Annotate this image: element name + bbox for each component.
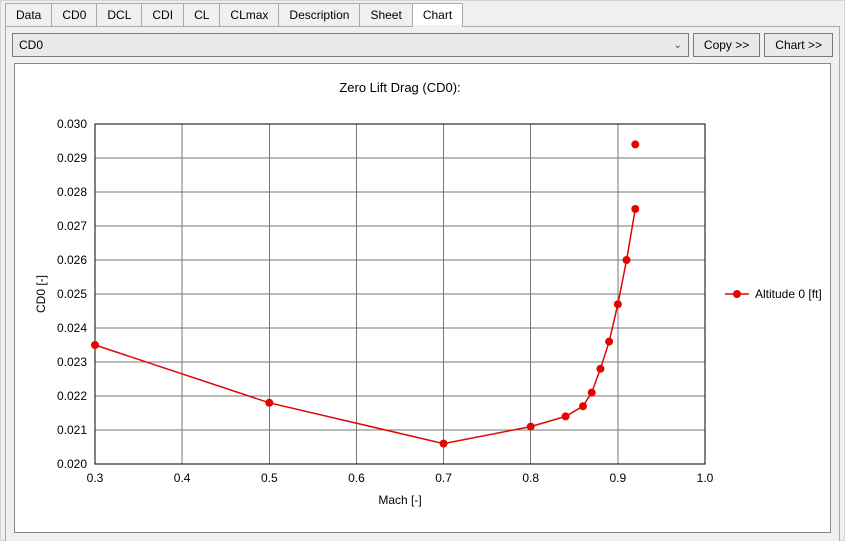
- chevron-down-icon: ⌄: [674, 40, 682, 51]
- series-point: [605, 338, 613, 346]
- x-tick-label: 0.5: [261, 471, 278, 485]
- series-point: [631, 205, 639, 213]
- series-point: [614, 300, 622, 308]
- y-tick-label: 0.022: [57, 389, 87, 403]
- series-point: [527, 423, 535, 431]
- x-tick-label: 0.3: [87, 471, 104, 485]
- series-point: [91, 341, 99, 349]
- series-point: [596, 365, 604, 373]
- series-point: [265, 399, 273, 407]
- tab-bar: Data CD0 DCL CDI CL CLmax Description Sh…: [1, 3, 844, 26]
- y-tick-label: 0.020: [57, 457, 87, 471]
- x-tick-label: 0.4: [174, 471, 191, 485]
- y-tick-label: 0.023: [57, 355, 87, 369]
- tab-chart[interactable]: Chart: [412, 3, 463, 26]
- y-tick-label: 0.025: [57, 287, 87, 301]
- x-axis-label: Mach [-]: [378, 493, 421, 507]
- tab-chart-body: CD0 ⌄ Copy >> Chart >> Zero Lift Drag (C…: [5, 26, 840, 541]
- y-tick-label: 0.027: [57, 219, 87, 233]
- y-tick-label: 0.029: [57, 151, 87, 165]
- y-tick-label: 0.028: [57, 185, 87, 199]
- tab-sheet[interactable]: Sheet: [359, 3, 412, 26]
- y-tick-label: 0.024: [57, 321, 87, 335]
- series-point: [579, 402, 587, 410]
- tab-cdi[interactable]: CDI: [141, 3, 184, 26]
- chart-title: Zero Lift Drag (CD0):: [339, 80, 460, 95]
- tab-description[interactable]: Description: [278, 3, 360, 26]
- y-tick-label: 0.030: [57, 117, 87, 131]
- series-select-value: CD0: [19, 38, 43, 52]
- series-select[interactable]: CD0 ⌄: [12, 33, 689, 57]
- series-point: [562, 412, 570, 420]
- series-line: [95, 209, 635, 444]
- x-tick-label: 1.0: [697, 471, 714, 485]
- x-tick-label: 0.6: [348, 471, 365, 485]
- series-point: [631, 140, 639, 148]
- tab-cl[interactable]: CL: [183, 3, 220, 26]
- tab-dcl[interactable]: DCL: [96, 3, 142, 26]
- x-tick-label: 0.7: [435, 471, 452, 485]
- x-tick-label: 0.9: [610, 471, 627, 485]
- legend-label: Altitude 0 [ft]: [755, 287, 822, 301]
- y-tick-label: 0.026: [57, 253, 87, 267]
- tab-clmax[interactable]: CLmax: [219, 3, 279, 26]
- series-point: [623, 256, 631, 264]
- series-point: [588, 389, 596, 397]
- chart-panel: Zero Lift Drag (CD0): 0.3 0.4 0.5 0.6 0.7 0.8 0…: [14, 63, 831, 533]
- series-point: [440, 440, 448, 448]
- y-tick-label: 0.021: [57, 423, 87, 437]
- legend-swatch-dot: [733, 290, 741, 298]
- x-tick-label: 0.8: [522, 471, 539, 485]
- tab-cd0[interactable]: CD0: [51, 3, 97, 26]
- tab-data[interactable]: Data: [5, 3, 52, 26]
- copy-button[interactable]: Copy >>: [693, 33, 760, 57]
- chart-button[interactable]: Chart >>: [764, 33, 833, 57]
- y-axis-label: CD0 [-]: [34, 275, 48, 313]
- chart-toolbar: CD0 ⌄ Copy >> Chart >>: [6, 27, 839, 63]
- window: Data CD0 DCL CDI CL CLmax Description Sh…: [0, 0, 845, 541]
- chart-svg: Zero Lift Drag (CD0): 0.3 0.4 0.5 0.6 0.7 0.8 0…: [15, 64, 833, 530]
